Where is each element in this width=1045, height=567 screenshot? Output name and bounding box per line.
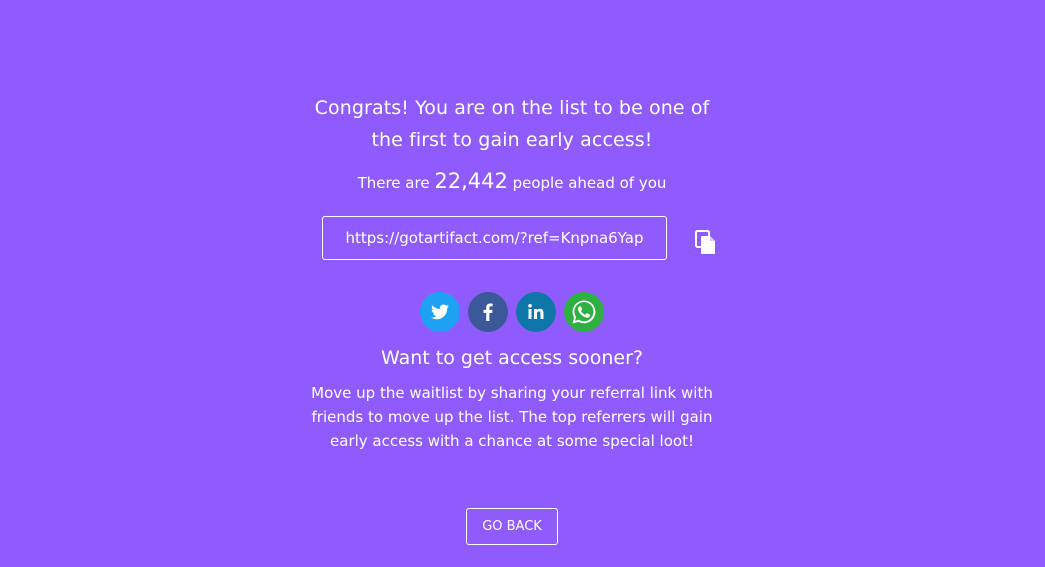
facebook-share-button[interactable] <box>468 292 508 332</box>
referral-link-field[interactable]: https://gotartifact.com/?ref=Knpna6Yap <box>322 216 667 260</box>
linkedin-share-button[interactable] <box>516 292 556 332</box>
queue-suffix: people ahead of you <box>512 174 667 192</box>
queue-prefix: There are <box>357 174 430 192</box>
queue-count: 22,442 <box>434 169 508 193</box>
access-sooner-description: Move up the waitlist by sharing your ref… <box>311 384 713 450</box>
queue-position: There are 22,442 people ahead of you <box>300 166 724 198</box>
facebook-icon <box>483 303 493 321</box>
social-share-buttons <box>420 292 610 332</box>
copy-icon[interactable] <box>694 229 718 255</box>
access-sooner-title: Want to get access sooner? <box>381 347 643 369</box>
whatsapp-icon <box>572 300 596 324</box>
whatsapp-share-button[interactable] <box>564 292 604 332</box>
linkedin-icon <box>528 303 544 319</box>
twitter-share-button[interactable] <box>420 292 460 332</box>
waitlist-confirmation: Congrats! You are on the list to be one … <box>0 0 1045 567</box>
congrats-headline: Congrats! You are on the list to be one … <box>314 97 710 151</box>
go-back-button[interactable]: GO BACK <box>466 508 558 545</box>
twitter-icon <box>431 304 449 320</box>
